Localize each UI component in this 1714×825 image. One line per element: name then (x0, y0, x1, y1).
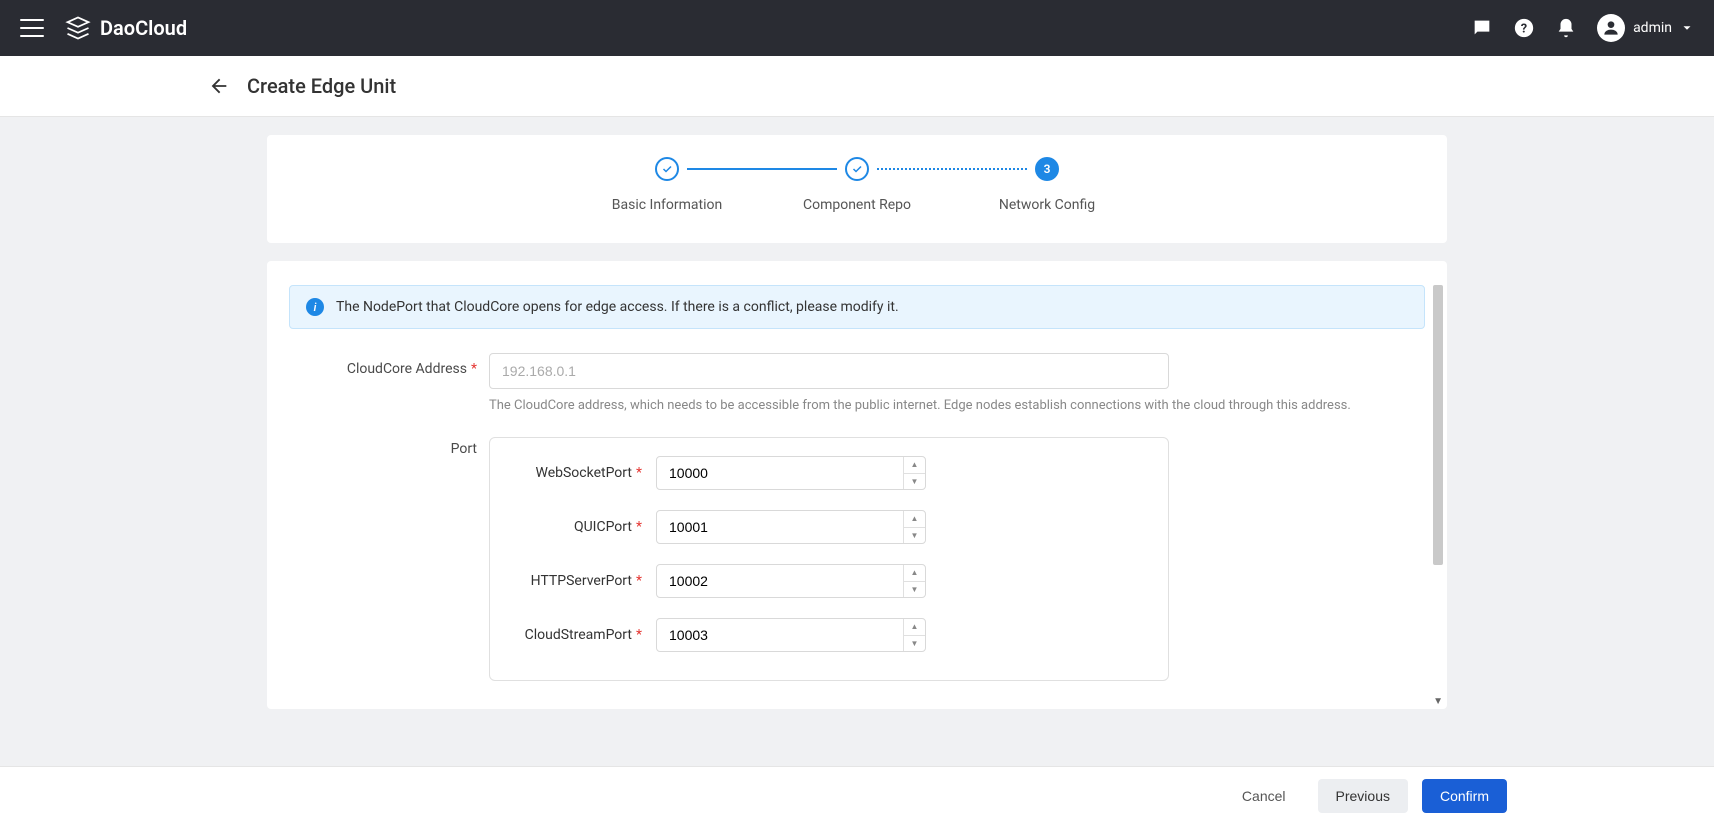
user-name: admin (1633, 20, 1672, 36)
number-spinner: ▲ ▼ (903, 511, 925, 543)
required-marker: * (636, 627, 642, 643)
label-text: CloudStreamPort (525, 627, 632, 643)
back-button[interactable] (207, 74, 231, 98)
svg-text:?: ? (1521, 22, 1527, 37)
number-spinner: ▲ ▼ (903, 619, 925, 651)
quic-port-row: QUICPort* ▲ ▼ (512, 510, 1146, 544)
decrement-button[interactable]: ▼ (904, 636, 925, 652)
previous-button[interactable]: Previous (1318, 779, 1408, 813)
number-spinner: ▲ ▼ (903, 457, 925, 489)
info-banner: i The NodePort that CloudCore opens for … (289, 285, 1425, 329)
step-label: Network Config (999, 197, 1095, 213)
step-component-repo[interactable]: Component Repo (757, 157, 957, 213)
httpserver-port-row: HTTPServerPort* ▲ ▼ (512, 564, 1146, 598)
port-group: WebSocketPort* ▲ ▼ QUICPort* (489, 437, 1169, 681)
step-label: Basic Information (612, 197, 723, 213)
notifications-icon[interactable] (1555, 17, 1577, 39)
topbar-left: DaoCloud (20, 14, 187, 42)
step-label: Component Repo (803, 197, 911, 213)
cancel-button[interactable]: Cancel (1224, 779, 1304, 813)
websocket-port-label: WebSocketPort * (512, 465, 642, 481)
label-text: QUICPort (574, 519, 632, 535)
increment-button[interactable]: ▲ (904, 565, 925, 582)
cloudcore-address-row: CloudCore Address* The CloudCore address… (289, 353, 1425, 415)
help-icon[interactable]: ? (1513, 17, 1535, 39)
avatar-icon (1597, 14, 1625, 42)
cloudstream-port-input[interactable] (656, 618, 926, 652)
label-text: CloudCore Address (347, 361, 467, 377)
httpserver-port-input[interactable] (656, 564, 926, 598)
user-menu[interactable]: admin (1597, 14, 1694, 42)
info-icon: i (306, 298, 324, 316)
number-spinner: ▲ ▼ (903, 565, 925, 597)
check-icon (655, 157, 679, 181)
decrement-button[interactable]: ▼ (904, 474, 925, 490)
required-marker: * (636, 519, 642, 535)
label-text: HTTPServerPort (531, 573, 632, 589)
increment-button[interactable]: ▲ (904, 511, 925, 528)
brand-logo[interactable]: DaoCloud (64, 14, 187, 42)
confirm-button[interactable]: Confirm (1422, 779, 1507, 813)
page-header: Create Edge Unit (0, 56, 1714, 117)
required-marker: * (636, 573, 642, 589)
top-bar: DaoCloud ? admin (0, 0, 1714, 56)
cloudstream-port-row: CloudStreamPort* ▲ ▼ (512, 618, 1146, 652)
stepper-card: Basic Information Component Repo 3 Netwo… (267, 135, 1447, 243)
stepper: Basic Information Component Repo 3 Netwo… (267, 157, 1447, 213)
websocket-port-input[interactable] (656, 456, 926, 490)
cloudcore-address-help: The CloudCore address, which needs to be… (489, 397, 1409, 415)
quic-port-input[interactable] (656, 510, 926, 544)
increment-button[interactable]: ▲ (904, 457, 925, 474)
port-section-row: Port WebSocketPort * ▲ ▼ (289, 433, 1425, 681)
websocket-port-row: WebSocketPort * ▲ ▼ (512, 456, 1146, 490)
decrement-button[interactable]: ▼ (904, 528, 925, 544)
cloudcore-address-label: CloudCore Address* (309, 353, 489, 377)
step-number: 3 (1035, 157, 1059, 181)
brand-name: DaoCloud (100, 16, 187, 40)
scroll-down-icon[interactable]: ▼ (1433, 696, 1443, 707)
topbar-right: ? admin (1471, 14, 1694, 42)
info-banner-text: The NodePort that CloudCore opens for ed… (336, 299, 899, 315)
cloudcore-address-input[interactable] (489, 353, 1169, 389)
check-icon (845, 157, 869, 181)
page-title: Create Edge Unit (247, 74, 396, 98)
quic-port-label: QUICPort* (512, 519, 642, 535)
footer-bar: Cancel Previous Confirm (0, 766, 1714, 825)
increment-button[interactable]: ▲ (904, 619, 925, 636)
cloudstream-port-label: CloudStreamPort* (512, 627, 642, 643)
port-section-label: Port (309, 433, 489, 457)
main-content: Basic Information Component Repo 3 Netwo… (257, 135, 1457, 779)
chevron-down-icon (1680, 21, 1694, 35)
httpserver-port-label: HTTPServerPort* (512, 573, 642, 589)
form-card: ▼ i The NodePort that CloudCore opens fo… (267, 261, 1447, 709)
daocloud-logo-icon (64, 14, 92, 42)
step-network-config[interactable]: 3 Network Config (947, 157, 1147, 213)
label-text: WebSocketPort (535, 465, 631, 481)
required-marker: * (636, 465, 642, 481)
required-marker: * (471, 361, 477, 377)
scrollbar-track[interactable] (1433, 285, 1445, 699)
messages-icon[interactable] (1471, 17, 1493, 39)
step-basic-information[interactable]: Basic Information (567, 157, 767, 213)
scrollbar-thumb[interactable] (1433, 285, 1443, 565)
menu-toggle-button[interactable] (20, 19, 44, 37)
decrement-button[interactable]: ▼ (904, 582, 925, 598)
